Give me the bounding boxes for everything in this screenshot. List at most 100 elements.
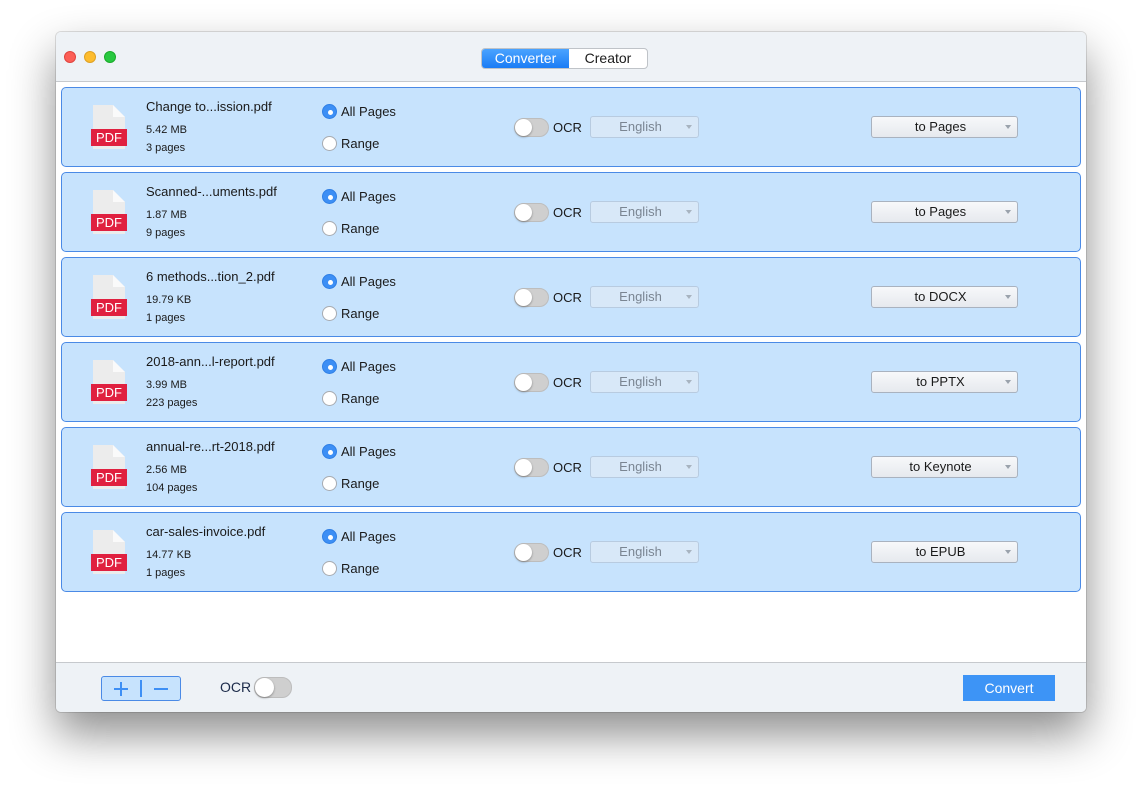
range-radio[interactable]: Range xyxy=(322,476,379,491)
language-value: English xyxy=(619,289,662,304)
output-format-select[interactable]: to PPTX xyxy=(871,371,1018,393)
page-count: 9 pages xyxy=(146,227,186,239)
range-label: Range xyxy=(341,306,380,321)
ocr-toggle[interactable] xyxy=(514,118,549,137)
ocr-language-select[interactable]: English xyxy=(590,116,699,138)
global-ocr-label: OCR xyxy=(220,679,252,695)
ocr-toggle[interactable] xyxy=(514,543,549,562)
format-value: to DOCX xyxy=(914,289,967,304)
page-fold xyxy=(113,105,125,117)
radio-unselected-icon xyxy=(322,221,337,236)
output-format-select[interactable]: to Pages xyxy=(871,201,1018,223)
range-radio[interactable]: Range xyxy=(322,391,379,406)
file-size: 19.79 KB xyxy=(146,294,192,306)
pdf-file-icon: PDF xyxy=(91,190,127,234)
zoom-window-button[interactable] xyxy=(104,51,116,63)
language-value: English xyxy=(619,119,662,134)
file-name: 6 methods...tion_2.pdf xyxy=(146,269,275,284)
all-pages-radio[interactable]: All Pages xyxy=(322,104,396,119)
global-ocr-toggle[interactable] xyxy=(254,677,292,698)
ocr-language-select[interactable]: English xyxy=(590,456,699,478)
ocr-label: OCR xyxy=(553,460,582,475)
all-pages-radio[interactable]: All Pages xyxy=(322,444,396,459)
chevron-down-icon xyxy=(686,465,692,469)
all-pages-radio[interactable]: All Pages xyxy=(322,189,396,204)
ocr-toggle[interactable] xyxy=(514,373,549,392)
pdf-file-icon: PDF xyxy=(91,105,127,149)
tab-converter[interactable]: Converter xyxy=(482,49,569,68)
file-name: annual-re...rt-2018.pdf xyxy=(146,439,275,454)
format-value: to Pages xyxy=(914,119,967,134)
pdf-badge: PDF xyxy=(91,384,127,401)
output-format-select[interactable]: to EPUB xyxy=(871,541,1018,563)
file-row[interactable]: PDF Change to...ission.pdf 5.42 MB 3 pag… xyxy=(61,87,1081,167)
all-pages-label: All Pages xyxy=(341,104,396,119)
all-pages-label: All Pages xyxy=(341,444,396,459)
mode-switcher: Converter Creator xyxy=(481,48,648,69)
tab-creator[interactable]: Creator xyxy=(569,49,647,68)
radio-selected-icon xyxy=(322,189,337,204)
remove-file-button[interactable] xyxy=(142,677,180,700)
bottom-toolbar: OCR Convert xyxy=(56,662,1086,712)
radio-unselected-icon xyxy=(322,561,337,576)
chevron-down-icon xyxy=(686,210,692,214)
page-fold xyxy=(113,190,125,202)
ocr-label: OCR xyxy=(553,545,582,560)
language-value: English xyxy=(619,459,662,474)
ocr-language-select[interactable]: English xyxy=(590,371,699,393)
file-row[interactable]: PDF 6 methods...tion_2.pdf 19.79 KB 1 pa… xyxy=(61,257,1081,337)
all-pages-label: All Pages xyxy=(341,529,396,544)
range-radio[interactable]: Range xyxy=(322,221,379,236)
page-count: 223 pages xyxy=(146,397,198,409)
radio-selected-icon xyxy=(322,529,337,544)
all-pages-radio[interactable]: All Pages xyxy=(322,274,396,289)
ocr-language-select[interactable]: English xyxy=(590,201,699,223)
pdf-file-icon: PDF xyxy=(91,360,127,404)
all-pages-radio[interactable]: All Pages xyxy=(322,359,396,374)
file-row[interactable]: PDF car-sales-invoice.pdf 14.77 KB 1 pag… xyxy=(61,512,1081,592)
output-format-select[interactable]: to Keynote xyxy=(871,456,1018,478)
ocr-toggle[interactable] xyxy=(514,288,549,307)
pdf-badge: PDF xyxy=(91,214,127,231)
output-format-select[interactable]: to DOCX xyxy=(871,286,1018,308)
ocr-toggle[interactable] xyxy=(514,458,549,477)
convert-button[interactable]: Convert xyxy=(963,675,1055,701)
ocr-language-select[interactable]: English xyxy=(590,541,699,563)
ocr-language-select[interactable]: English xyxy=(590,286,699,308)
file-size: 1.87 MB xyxy=(146,209,187,221)
range-radio[interactable]: Range xyxy=(322,561,379,576)
chevron-down-icon xyxy=(686,125,692,129)
ocr-label: OCR xyxy=(553,120,582,135)
ocr-label: OCR xyxy=(553,290,582,305)
plus-icon xyxy=(114,681,129,696)
range-label: Range xyxy=(341,476,380,491)
file-name: car-sales-invoice.pdf xyxy=(146,524,266,539)
ocr-toggle[interactable] xyxy=(514,203,549,222)
all-pages-label: All Pages xyxy=(341,274,396,289)
pdf-badge: PDF xyxy=(91,469,127,486)
toggle-knob xyxy=(515,374,532,391)
range-radio[interactable]: Range xyxy=(322,306,379,321)
file-row[interactable]: PDF annual-re...rt-2018.pdf 2.56 MB 104 … xyxy=(61,427,1081,507)
toggle-knob xyxy=(515,119,532,136)
page-count: 1 pages xyxy=(146,567,186,579)
radio-selected-icon xyxy=(322,274,337,289)
close-window-button[interactable] xyxy=(64,51,76,63)
all-pages-label: All Pages xyxy=(341,359,396,374)
file-row[interactable]: PDF 2018-ann...l-report.pdf 3.99 MB 223 … xyxy=(61,342,1081,422)
add-file-button[interactable] xyxy=(102,677,140,700)
pdf-badge: PDF xyxy=(91,554,127,571)
file-row[interactable]: PDF Scanned-...uments.pdf 1.87 MB 9 page… xyxy=(61,172,1081,252)
ocr-label: OCR xyxy=(553,375,582,390)
chevron-down-icon xyxy=(1005,295,1011,299)
format-value: to EPUB xyxy=(915,544,966,559)
pdf-badge: PDF xyxy=(91,299,127,316)
range-radio[interactable]: Range xyxy=(322,136,379,151)
output-format-select[interactable]: to Pages xyxy=(871,116,1018,138)
chevron-down-icon xyxy=(1005,210,1011,214)
ocr-label: OCR xyxy=(553,205,582,220)
minimize-window-button[interactable] xyxy=(84,51,96,63)
file-name: Scanned-...uments.pdf xyxy=(146,184,277,199)
all-pages-radio[interactable]: All Pages xyxy=(322,529,396,544)
language-value: English xyxy=(619,544,662,559)
